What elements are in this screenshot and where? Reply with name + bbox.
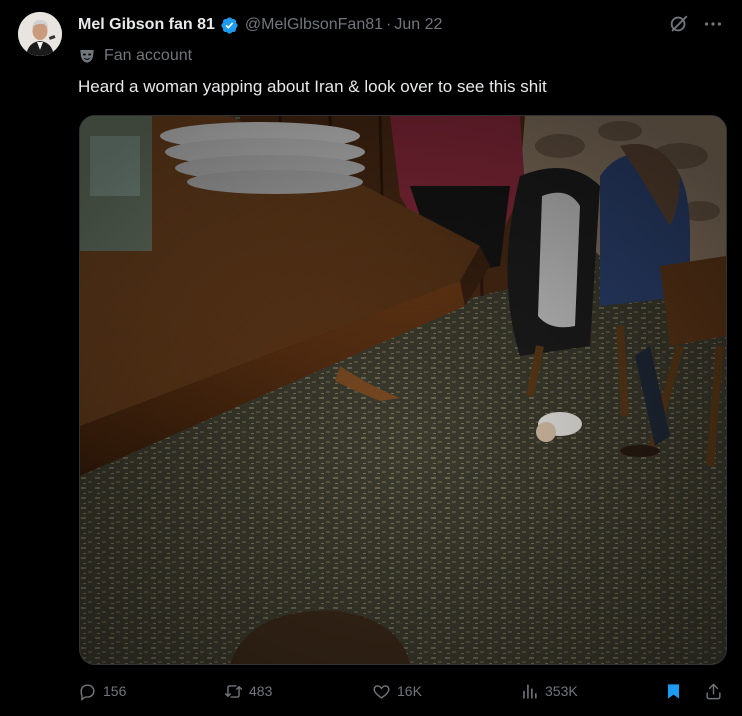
mask-icon	[80, 50, 94, 63]
bookmark-button[interactable]	[664, 682, 683, 701]
like-count: 16K	[397, 683, 422, 699]
repost-icon	[224, 684, 243, 698]
reply-button[interactable]: 156	[78, 682, 126, 701]
reply-count: 156	[103, 683, 127, 699]
account-label-text: Fan account	[104, 47, 193, 64]
bookmark-icon	[667, 683, 680, 699]
like-button[interactable]: 16K	[372, 682, 422, 701]
share-button[interactable]	[704, 682, 723, 701]
grok-icon[interactable]	[668, 13, 690, 35]
avatar[interactable]	[18, 12, 62, 56]
tweet-header: Mel Gibson fan 81 @MelGlbsonFan81 · Jun …	[78, 13, 722, 37]
repost-count: 483	[249, 683, 273, 699]
author-name[interactable]: Mel Gibson fan 81	[78, 16, 215, 34]
views-button[interactable]: 353K	[520, 682, 578, 701]
tweet-text: Heard a woman yapping about Iran & look …	[78, 77, 547, 96]
photo-scene	[80, 116, 726, 664]
verified-badge-icon[interactable]	[220, 16, 239, 35]
tweet-date[interactable]: Jun 22	[394, 16, 442, 34]
share-icon	[706, 683, 721, 699]
views-count: 353K	[545, 683, 578, 699]
header-actions	[668, 13, 724, 35]
date-separator: ·	[386, 16, 392, 33]
repost-button[interactable]: 483	[224, 682, 272, 701]
tweet-photo[interactable]	[79, 115, 727, 665]
avatar-image	[18, 12, 62, 56]
author-handle[interactable]: @MelGlbsonFan81	[245, 16, 383, 34]
reply-icon	[80, 683, 95, 701]
tweet-actions: 156 483 16K 353K	[78, 678, 724, 704]
heart-icon	[373, 684, 390, 699]
more-icon[interactable]	[702, 13, 724, 35]
account-label[interactable]: Fan account	[78, 45, 192, 67]
views-icon	[523, 683, 537, 699]
